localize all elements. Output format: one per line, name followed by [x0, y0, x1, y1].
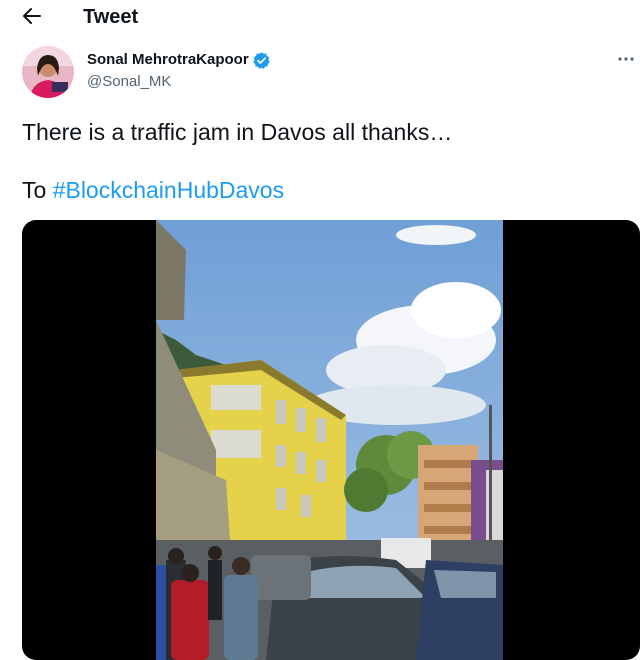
verified-badge-icon	[252, 51, 270, 69]
author-name[interactable]: Sonal MehrotraKapoor	[87, 50, 271, 70]
tweet-text: There is a traffic jam in Davos all than…	[22, 118, 622, 203]
author-name-text: Sonal MehrotraKapoor	[87, 51, 249, 68]
back-arrow-icon[interactable]	[18, 4, 46, 28]
avatar-photo-icon	[22, 46, 74, 98]
top-bar: Tweet	[0, 0, 641, 34]
video-frame	[156, 220, 503, 660]
page-title: Tweet	[83, 6, 139, 28]
hashtag-link[interactable]: #BlockchainHubDavos	[53, 177, 284, 203]
street-scene-image	[156, 220, 503, 660]
tweet-line-2-prefix: To	[22, 177, 53, 203]
tweet-line-2: To #BlockchainHubDavos	[22, 176, 284, 205]
video-player[interactable]	[22, 220, 640, 660]
author-handle[interactable]: @Sonal_MK	[87, 72, 171, 92]
more-options-icon[interactable]	[616, 52, 636, 66]
tweet-line-1: There is a traffic jam in Davos all than…	[22, 119, 453, 145]
avatar[interactable]	[22, 46, 74, 98]
